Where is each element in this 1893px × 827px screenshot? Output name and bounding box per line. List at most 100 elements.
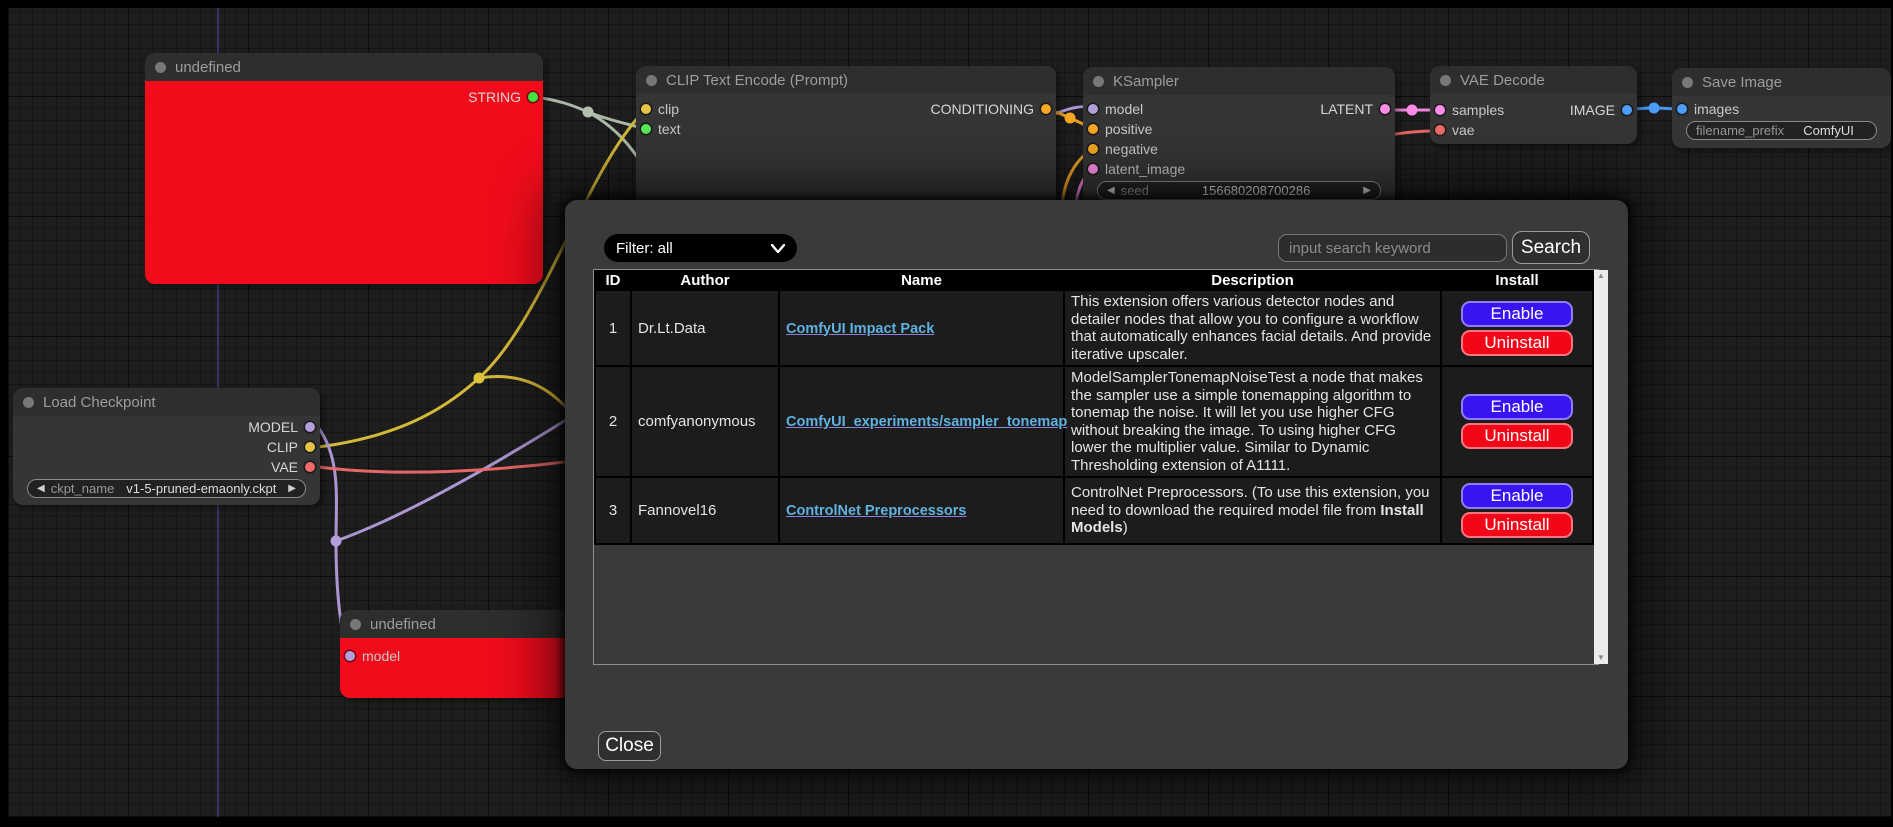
uninstall-button[interactable]: Uninstall [1461, 423, 1573, 449]
filename_prefix-widget[interactable]: filename_prefixComfyUI [1686, 121, 1877, 140]
output-slot-label: MODEL [248, 419, 298, 435]
node-title: VAE Decode [1460, 72, 1545, 89]
slot-row: STRING [145, 87, 543, 107]
node-collapse-dot[interactable] [1440, 75, 1451, 86]
close-button[interactable]: Close [598, 731, 661, 761]
node-save-image[interactable]: Save Image images filename_prefixComfyUI [1672, 68, 1891, 148]
node-vae-decode[interactable]: VAE Decode samplesIMAGEvae [1430, 66, 1637, 144]
output-slot-label: STRING [468, 89, 521, 105]
search-input[interactable] [1278, 234, 1507, 262]
model-input-port[interactable] [1088, 104, 1098, 114]
node-collapse-dot[interactable] [1682, 77, 1693, 88]
node-collapse-dot[interactable] [1093, 76, 1104, 87]
samples-input-port[interactable] [1435, 105, 1445, 115]
search-button[interactable]: Search [1512, 231, 1590, 264]
enable-button[interactable]: Enable [1461, 483, 1573, 509]
slot-row: clipCONDITIONING [636, 99, 1056, 119]
extension-description: This extension offers various detector n… [1065, 291, 1440, 365]
node-title: undefined [175, 59, 241, 76]
node-collapse-dot[interactable] [350, 619, 361, 630]
input-slot-label: negative [1105, 141, 1158, 157]
extensions-table-container: ID Author Name Description Install 1Dr.L… [593, 269, 1599, 665]
node-collapse-dot[interactable] [646, 75, 657, 86]
scrollbar-down-arrow[interactable]: ▼ [1597, 652, 1605, 664]
col-header-install: Install [1442, 272, 1592, 289]
slot-row: images [1672, 99, 1891, 119]
slot-row: negative [1083, 139, 1395, 159]
node-collapse-dot[interactable] [155, 62, 166, 73]
table-row: 3Fannovel16ControlNet PreprocessorsContr… [596, 478, 1592, 543]
window-edge [0, 0, 1893, 8]
window-edge [0, 0, 8, 827]
node-title-bar[interactable]: undefined [145, 53, 543, 81]
decrement-arrow-icon[interactable]: ◀ [37, 483, 45, 494]
widget-label: seed [1121, 183, 1149, 198]
CLIP-output-port[interactable] [305, 442, 315, 452]
input-slot-label: clip [658, 101, 679, 117]
node-title-bar[interactable]: KSampler [1083, 67, 1395, 95]
images-input-port[interactable] [1677, 104, 1687, 114]
STRING-output-port[interactable] [528, 92, 538, 102]
input-slot-label: text [658, 121, 681, 137]
node-title-bar[interactable]: Save Image [1672, 68, 1891, 96]
extensions-tbody: 1Dr.Lt.Data ComfyUI Impact Pack This exten… [596, 291, 1592, 543]
vae-input-port[interactable] [1435, 125, 1445, 135]
node-body: modelLATENTpositivenegativelatent_image◀… [1083, 95, 1395, 212]
comfyui-app: undefined STRING CLIP Text Encode (Promp… [0, 0, 1893, 827]
node-body: model [340, 638, 570, 698]
node-collapse-dot[interactable] [23, 397, 34, 408]
text-input-port[interactable] [641, 124, 651, 134]
slot-row: vae [1430, 120, 1637, 140]
filter-select[interactable]: Filter: all [604, 234, 797, 262]
ckpt_name-widget[interactable]: ◀ckpt_namev1-5-pruned-emaonly.ckpt▶ [27, 479, 306, 498]
node-ksampler[interactable]: KSampler modelLATENTpositivenegativelate… [1083, 67, 1395, 212]
table-scrollbar[interactable]: ▲ ▼ [1594, 270, 1608, 664]
extension-link[interactable]: ComfyUI_experiments/sampler_tonemap [786, 414, 1067, 430]
node-title-bar[interactable]: Load Checkpoint [13, 388, 320, 416]
slot-row: MODEL [13, 417, 320, 437]
table-row: 2comfyanonymousComfyUI_experiments/sampl… [596, 367, 1592, 476]
node-load-checkpoint[interactable]: Load Checkpoint MODELCLIPVAE◀ckpt_namev1… [13, 388, 320, 505]
MODEL-output-port[interactable] [305, 422, 315, 432]
positive-input-port[interactable] [1088, 124, 1098, 134]
extension-author: comfyanonymous [632, 367, 778, 476]
scrollbar-up-arrow[interactable]: ▲ [1597, 270, 1605, 282]
increment-arrow-icon[interactable]: ▶ [1363, 185, 1371, 196]
latent_image-input-port[interactable] [1088, 164, 1098, 174]
uninstall-button[interactable]: Uninstall [1461, 330, 1573, 356]
negative-input-port[interactable] [1088, 144, 1098, 154]
input-slot-label: model [362, 648, 400, 664]
slot-row: modelLATENT [1083, 99, 1395, 119]
extension-link[interactable]: ComfyUI Impact Pack [786, 321, 934, 337]
node-title: Load Checkpoint [43, 394, 156, 411]
extension-manager-dialog: Filter: all Search ID Author Name Descri… [565, 200, 1628, 769]
enable-button[interactable]: Enable [1461, 394, 1573, 420]
node-title-bar[interactable]: VAE Decode [1430, 66, 1637, 94]
LATENT-output-port[interactable] [1380, 104, 1390, 114]
extension-link[interactable]: ControlNet Preprocessors [786, 503, 967, 519]
output-slot-label: CLIP [267, 439, 298, 455]
model-input-port[interactable] [345, 651, 355, 661]
extension-author: Dr.Lt.Data [632, 291, 778, 365]
node-title-bar[interactable]: undefined [340, 610, 570, 638]
decrement-arrow-icon[interactable]: ◀ [1107, 185, 1115, 196]
VAE-output-port[interactable] [305, 462, 315, 472]
uninstall-button[interactable]: Uninstall [1461, 512, 1573, 538]
node-undefined-bottom[interactable]: undefined model [340, 610, 570, 698]
CONDITIONING-output-port[interactable] [1041, 104, 1051, 114]
col-header-author: Author [632, 272, 778, 289]
node-undefined-top[interactable]: undefined STRING [145, 53, 543, 284]
input-slot-label: images [1694, 101, 1739, 117]
window-edge [0, 817, 1893, 827]
extension-id: 1 [596, 291, 630, 365]
increment-arrow-icon[interactable]: ▶ [288, 483, 296, 494]
IMAGE-output-port[interactable] [1622, 105, 1632, 115]
enable-button[interactable]: Enable [1461, 301, 1573, 327]
node-title-bar[interactable]: CLIP Text Encode (Prompt) [636, 66, 1056, 94]
extension-description: ModelSamplerTonemapNoiseTest a node that… [1065, 367, 1440, 476]
slot-row: latent_image [1083, 159, 1395, 179]
clip-input-port[interactable] [641, 104, 651, 114]
extension-description: ControlNet Preprocessors. (To use this e… [1065, 478, 1440, 543]
extension-author: Fannovel16 [632, 478, 778, 543]
seed-widget[interactable]: ◀seed156680208700286▶ [1097, 181, 1381, 200]
